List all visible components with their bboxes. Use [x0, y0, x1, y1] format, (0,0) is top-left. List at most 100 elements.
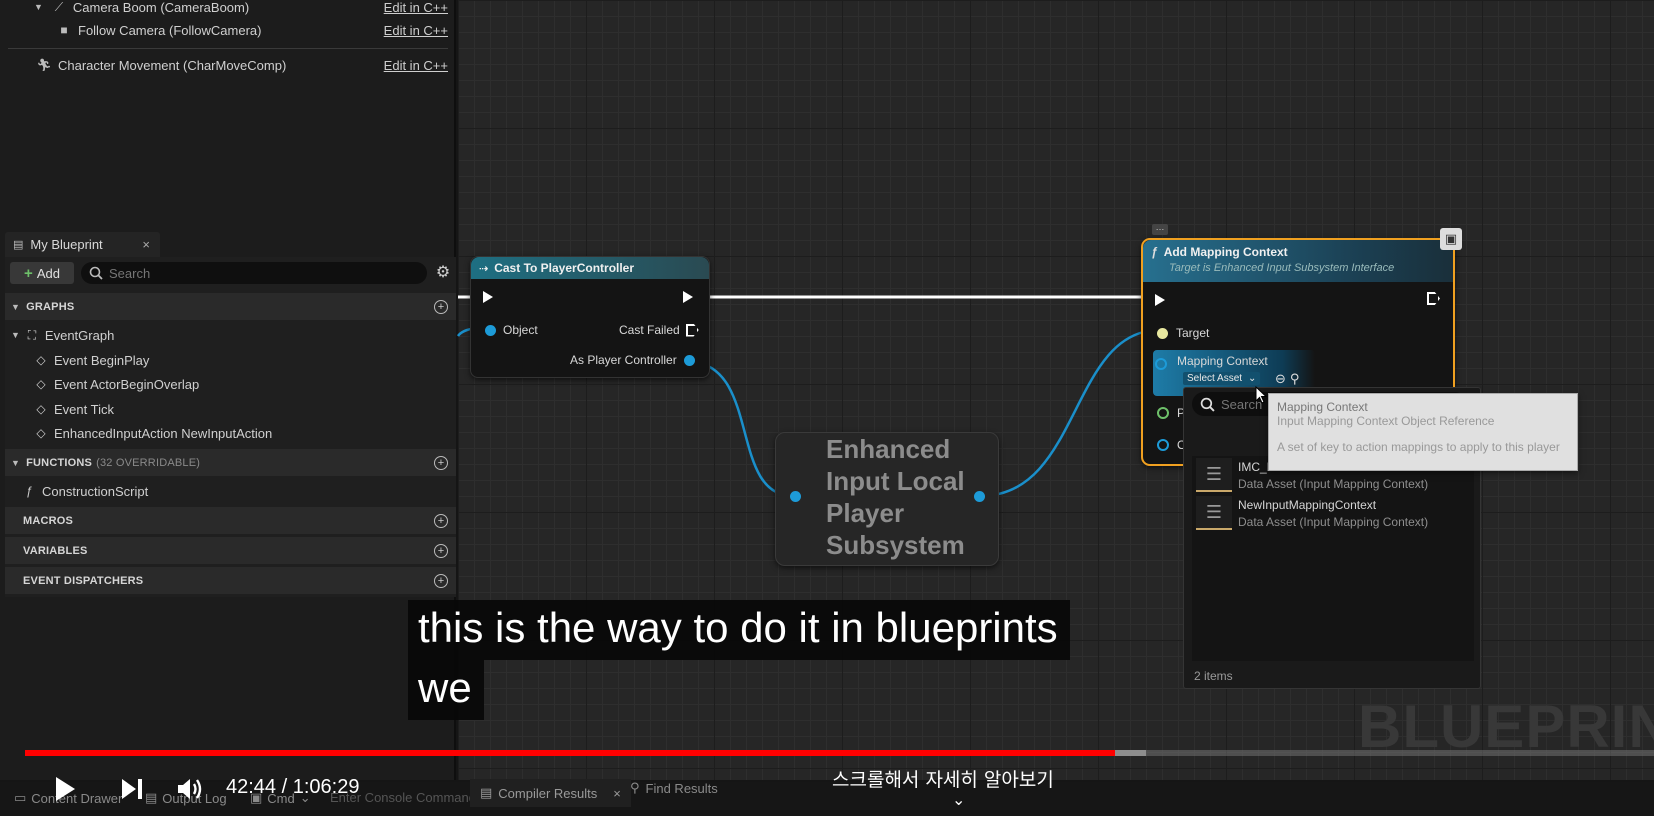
video-caption: this is the way to do it in blueprints w…: [408, 600, 1070, 720]
add-function-icon[interactable]: +: [434, 455, 448, 470]
tree-item-event-graph[interactable]: ▼ ⛶ EventGraph: [11, 323, 114, 347]
select-asset-dropdown[interactable]: Select Asset ⌄: [1183, 372, 1261, 385]
details-panel: ▼ ⟋ Camera Boom (CameraBoom) Edit in C++…: [0, 0, 456, 780]
chevron-down-icon[interactable]: ⌄: [952, 790, 965, 810]
search-box[interactable]: [81, 262, 427, 284]
search-icon: [89, 266, 103, 280]
asset-list: ☰ IMC_Default Data Asset (Input Mapping …: [1192, 456, 1474, 661]
my-blueprint-panel: + Add ⚙ ▼ GRAPHS + ▼ ⛶ EventGraph ◇ Even…: [5, 257, 456, 597]
node-cast-to-player-controller[interactable]: ⇢ Cast To PlayerController Object Cast F…: [470, 256, 710, 378]
screen: { "components": { "rows": [ {"label": "C…: [0, 0, 1654, 816]
mapping-context-pin-label: Mapping Context: [1177, 354, 1268, 368]
object-pin[interactable]: Object: [485, 323, 538, 337]
tree-item-event[interactable]: ◇ Event BeginPlay: [33, 348, 149, 372]
exec-pin-outline: [685, 323, 699, 337]
progress-played: [25, 750, 1115, 756]
tree-item-event[interactable]: ◇ Event Tick: [33, 397, 114, 421]
output-pin[interactable]: [974, 491, 985, 502]
asset-item-new-input-mapping-context[interactable]: ☰ NewInputMappingContext Data Asset (Inp…: [1192, 494, 1474, 532]
character-movement-icon: 🏃︎: [36, 58, 52, 72]
edit-in-cpp-link[interactable]: Edit in C++: [384, 0, 448, 15]
mapping-context-pin[interactable]: [1155, 358, 1167, 370]
add-variable-icon[interactable]: +: [434, 543, 448, 558]
add-button[interactable]: + Add: [10, 262, 74, 284]
component-follow-camera[interactable]: ■ Follow Camera (FollowCamera) Edit in C…: [0, 15, 456, 45]
target-pin[interactable]: Target: [1157, 326, 1209, 340]
player-controls: 42:44 / 1:06:29: [0, 766, 1654, 806]
gear-icon[interactable]: ⚙: [433, 262, 453, 284]
divider: [8, 48, 448, 49]
edit-in-cpp-link[interactable]: Edit in C++: [384, 58, 448, 73]
add-dispatcher-icon[interactable]: +: [434, 573, 448, 588]
section-variables[interactable]: VARIABLES +: [5, 537, 456, 564]
pin-dot: [1157, 439, 1169, 451]
search-input[interactable]: [109, 265, 409, 281]
function-icon: ƒ: [25, 484, 33, 498]
network-icon: ▣: [1440, 228, 1462, 250]
caption-line: we: [408, 660, 484, 720]
node-title: Enhanced Input Local Player Subsystem: [826, 434, 965, 560]
tree-item-event[interactable]: ◇ EnhancedInputAction NewInputAction: [33, 421, 272, 445]
time-display: 42:44 / 1:06:29: [226, 776, 360, 798]
tree-item-event[interactable]: ◇ Event ActorBeginOverlap: [33, 372, 199, 396]
pin-dot: [1157, 407, 1169, 419]
pin-dot: [1157, 327, 1168, 339]
exec-in-pin[interactable]: [1155, 294, 1165, 306]
pin-dot: [683, 354, 695, 366]
cast-failed-pin[interactable]: Cast Failed: [619, 323, 699, 337]
function-icon: ƒ: [1151, 245, 1158, 259]
add-macro-icon[interactable]: +: [434, 513, 448, 528]
collapse-triangle-icon[interactable]: ▼: [11, 330, 20, 340]
section-event-dispatchers[interactable]: EVENT DISPATCHERS +: [5, 567, 456, 594]
section-graphs[interactable]: ▼ GRAPHS +: [5, 293, 456, 320]
p-pin[interactable]: P: [1157, 406, 1185, 420]
event-diamond-icon: ◇: [36, 377, 46, 391]
volume-icon[interactable]: [176, 777, 204, 801]
search-icon: [1200, 397, 1215, 412]
caption-line: this is the way to do it in blueprints: [408, 600, 1070, 660]
my-blueprint-tab[interactable]: ▤ My Blueprint ×: [5, 232, 160, 257]
node-header: ƒ Add Mapping Context Target is Enhanced …: [1143, 240, 1453, 282]
browse-search-icon[interactable]: ⚲: [1290, 371, 1300, 387]
asset-actions: ⊖ ⚲: [1275, 371, 1299, 387]
exec-out-pin[interactable]: [683, 291, 693, 303]
section-macros[interactable]: MACROS +: [5, 507, 456, 534]
collapse-triangle-icon[interactable]: ▼: [34, 2, 43, 12]
graph-icon: ⛶: [27, 327, 37, 342]
add-graph-icon[interactable]: +: [434, 299, 448, 314]
edit-in-cpp-link[interactable]: Edit in C++: [384, 23, 448, 38]
tree-item-function[interactable]: ƒ ConstructionScript: [21, 479, 149, 503]
collapse-triangle-icon: ▼: [11, 301, 21, 312]
scroll-hint[interactable]: 스크롤해서 자세히 알아보기: [832, 765, 1054, 792]
pin-dot: [485, 324, 496, 336]
item-count: 2 items: [1194, 669, 1233, 683]
cast-arrow-icon: ⇢: [479, 262, 489, 275]
component-character-movement[interactable]: 🏃︎ Character Movement (CharMoveComp) Edi…: [0, 50, 456, 80]
node-enhanced-input-local-player-subsystem[interactable]: Enhanced Input Local Player Subsystem: [775, 432, 999, 566]
comment-bubble-icon[interactable]: …: [1152, 223, 1168, 235]
data-asset-icon: ☰: [1196, 496, 1232, 530]
spring-arm-icon: ⟋: [54, 0, 64, 14]
plus-icon: +: [24, 264, 33, 282]
exec-out-pin[interactable]: [1427, 292, 1440, 305]
input-pin[interactable]: [790, 491, 801, 502]
collapse-triangle-icon: ▼: [11, 457, 21, 468]
play-icon[interactable]: [54, 776, 76, 802]
data-asset-icon: ☰: [1196, 458, 1232, 492]
section-functions[interactable]: ▼ FUNCTIONS (32 OVERRIDABLE) +: [5, 449, 456, 476]
o-pin[interactable]: O: [1157, 438, 1186, 452]
event-diamond-icon: ◇: [36, 353, 46, 367]
close-icon[interactable]: ×: [142, 237, 150, 252]
event-diamond-icon: ◇: [36, 402, 46, 416]
mouse-cursor-icon: [1255, 386, 1267, 404]
node-header: ⇢ Cast To PlayerController: [471, 257, 709, 279]
use-selected-icon[interactable]: ⊖: [1275, 371, 1286, 387]
next-icon[interactable]: [120, 777, 144, 801]
blueprint-book-icon: ▤: [13, 239, 24, 251]
pin-tooltip: Mapping Context Input Mapping Context Ob…: [1268, 393, 1578, 471]
camera-icon: ■: [60, 23, 68, 37]
chevron-down-icon: ⌄: [1248, 373, 1257, 384]
exec-in-pin[interactable]: [483, 291, 493, 303]
event-diamond-icon: ◇: [36, 426, 46, 440]
as-player-controller-pin[interactable]: As Player Controller: [570, 353, 695, 367]
